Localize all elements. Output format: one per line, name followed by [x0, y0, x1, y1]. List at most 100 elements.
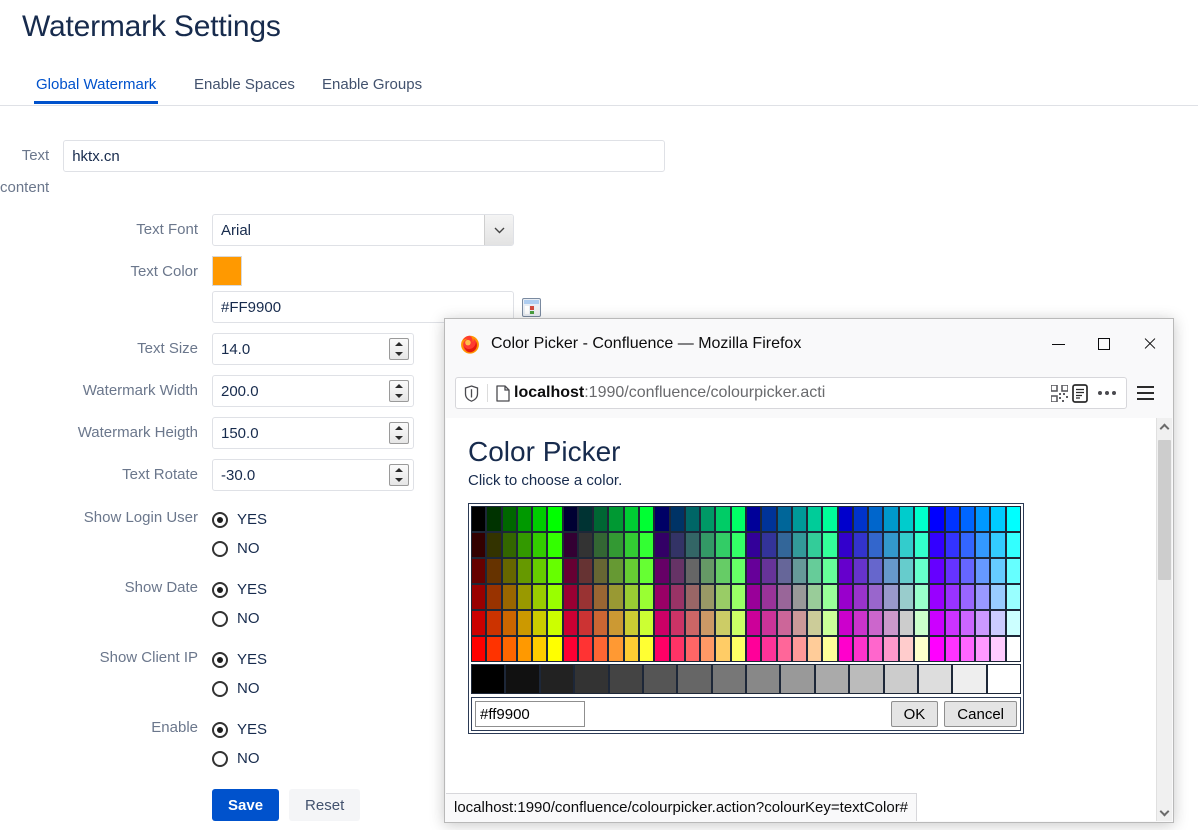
color-swatch[interactable] — [562, 636, 578, 662]
color-swatch[interactable] — [547, 610, 563, 636]
color-swatch[interactable] — [700, 558, 716, 584]
color-swatch[interactable] — [654, 584, 670, 610]
color-swatch[interactable] — [639, 558, 655, 584]
color-swatch[interactable] — [684, 584, 701, 610]
color-swatch[interactable] — [639, 584, 655, 610]
minimize-button[interactable] — [1035, 319, 1081, 369]
text-size-input[interactable] — [212, 333, 414, 365]
color-swatch[interactable] — [868, 610, 884, 636]
color-swatch[interactable] — [715, 636, 731, 662]
color-swatch[interactable] — [852, 610, 869, 636]
reader-mode-icon[interactable] — [1072, 383, 1088, 403]
grayscale-swatch[interactable] — [539, 664, 575, 694]
color-swatch[interactable] — [700, 532, 716, 558]
text-size-stepper[interactable] — [389, 338, 409, 360]
color-swatch[interactable] — [868, 636, 884, 662]
color-swatch[interactable] — [608, 506, 624, 532]
watermark-height-input[interactable] — [212, 417, 414, 449]
stepper-down-icon[interactable] — [390, 433, 408, 443]
color-swatch[interactable] — [532, 610, 548, 636]
color-swatch[interactable] — [684, 532, 701, 558]
color-swatch[interactable] — [486, 506, 502, 532]
color-swatch[interactable] — [608, 584, 624, 610]
color-swatch[interactable] — [914, 532, 930, 558]
color-swatch[interactable] — [822, 610, 838, 636]
ok-button[interactable]: OK — [890, 701, 939, 727]
color-swatch[interactable] — [898, 558, 915, 584]
grayscale-swatch[interactable] — [952, 664, 987, 694]
color-swatch[interactable] — [898, 610, 915, 636]
color-swatch[interactable] — [807, 584, 823, 610]
color-swatch[interactable] — [562, 532, 578, 558]
color-swatch[interactable] — [837, 558, 853, 584]
color-swatch[interactable] — [684, 506, 701, 532]
url-text[interactable]: localhost:1990/confluence/colourpicker.a… — [514, 384, 1047, 402]
color-swatch[interactable] — [471, 532, 487, 558]
color-swatch[interactable] — [700, 610, 716, 636]
color-swatch[interactable] — [975, 506, 991, 532]
text-color-swatch[interactable] — [212, 256, 242, 286]
color-swatch[interactable] — [852, 532, 869, 558]
color-swatch[interactable] — [577, 558, 594, 584]
color-swatch[interactable] — [745, 584, 762, 610]
color-swatch[interactable] — [990, 558, 1006, 584]
scroll-down-button[interactable] — [1157, 804, 1172, 821]
color-swatch[interactable] — [1005, 558, 1021, 584]
color-swatch[interactable] — [822, 558, 838, 584]
color-swatch[interactable] — [837, 610, 853, 636]
color-swatch[interactable] — [975, 584, 991, 610]
color-swatch[interactable] — [975, 558, 991, 584]
color-swatch[interactable] — [639, 532, 655, 558]
color-swatch[interactable] — [532, 584, 548, 610]
color-swatch[interactable] — [516, 610, 533, 636]
color-swatch[interactable] — [654, 558, 670, 584]
color-swatch[interactable] — [883, 532, 899, 558]
color-swatch[interactable] — [486, 532, 502, 558]
radio-icon[interactable] — [212, 511, 228, 528]
color-swatch[interactable] — [730, 610, 746, 636]
text-font-select[interactable]: Arial — [212, 214, 514, 246]
color-swatch[interactable] — [501, 610, 517, 636]
color-swatch[interactable] — [944, 532, 960, 558]
color-swatch[interactable] — [791, 584, 808, 610]
radio-icon[interactable] — [212, 581, 228, 598]
color-swatch[interactable] — [868, 506, 884, 532]
color-swatch[interactable] — [1005, 506, 1021, 532]
tab-enable-spaces[interactable]: Enable Spaces — [192, 76, 297, 101]
color-swatch[interactable] — [669, 506, 685, 532]
color-swatch[interactable] — [501, 558, 517, 584]
grayscale-swatch[interactable] — [471, 664, 506, 694]
page-actions-icon[interactable] — [1092, 391, 1122, 395]
color-swatch[interactable] — [577, 506, 594, 532]
color-swatch[interactable] — [501, 584, 517, 610]
stepper-up-icon[interactable] — [390, 465, 408, 475]
color-swatch[interactable] — [776, 506, 792, 532]
radio-icon[interactable] — [212, 651, 228, 668]
color-swatch[interactable] — [852, 584, 869, 610]
color-swatch[interactable] — [898, 532, 915, 558]
color-swatch[interactable] — [684, 636, 701, 662]
color-swatch[interactable] — [486, 636, 502, 662]
color-swatch[interactable] — [593, 636, 609, 662]
color-swatch[interactable] — [883, 610, 899, 636]
color-swatch[interactable] — [944, 610, 960, 636]
text-rotate-input[interactable] — [212, 459, 414, 491]
color-swatch[interactable] — [807, 558, 823, 584]
color-swatch[interactable] — [822, 584, 838, 610]
grayscale-swatch[interactable] — [849, 664, 884, 694]
color-swatch[interactable] — [807, 610, 823, 636]
save-button[interactable]: Save — [212, 789, 280, 821]
color-swatch[interactable] — [990, 532, 1006, 558]
watermark-height-stepper[interactable] — [389, 422, 409, 444]
color-swatch[interactable] — [776, 532, 792, 558]
color-swatch[interactable] — [669, 610, 685, 636]
color-swatch[interactable] — [516, 558, 533, 584]
color-swatch[interactable] — [577, 610, 594, 636]
color-swatch[interactable] — [868, 584, 884, 610]
stepper-up-icon[interactable] — [390, 381, 408, 391]
color-grid-main[interactable] — [471, 506, 1021, 662]
color-swatch[interactable] — [929, 506, 945, 532]
color-swatch[interactable] — [547, 558, 563, 584]
color-swatch[interactable] — [669, 584, 685, 610]
grayscale-swatch[interactable] — [574, 664, 609, 694]
